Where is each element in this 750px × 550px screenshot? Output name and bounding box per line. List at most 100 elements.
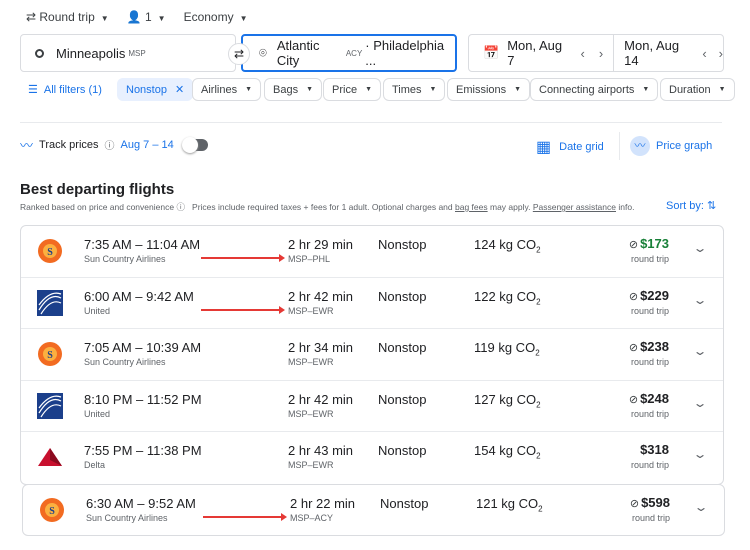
all-filters-button[interactable]: ☰ All filters (1) — [20, 78, 110, 101]
filter-price[interactable]: Price ▼ — [323, 78, 381, 101]
route: MSP–PHL — [288, 254, 331, 264]
expand-chevron-icon[interactable]: ⌄ — [692, 396, 707, 410]
stops: Nonstop — [378, 391, 427, 407]
flight-times: 6:00 AM – 9:42 AM — [84, 288, 194, 304]
price-note: round trip — [630, 254, 669, 264]
stops: Nonstop — [380, 496, 429, 511]
stops: Nonstop — [378, 443, 427, 458]
flight-times: 7:35 AM – 11:04 AM — [84, 237, 201, 252]
flight-row[interactable]: 8:10 PM – 11:52 PM United 2 hr 42 min MS… — [21, 381, 723, 432]
expand-chevron-icon[interactable]: ⌄ — [693, 500, 708, 514]
no-carry-on-icon: ⊘ — [628, 290, 639, 303]
price-note: round trip — [631, 513, 670, 523]
filter-bags[interactable]: Bags ▼ — [264, 78, 323, 101]
destination-input[interactable]: ⌾ Atlantic City ACY · Philadelphia ... — [241, 34, 457, 72]
duration: 2 hr 43 min — [288, 443, 354, 458]
trend-icon: 〰 — [20, 138, 34, 153]
passenger-assistance-link[interactable]: Passenger assistance — [533, 202, 616, 212]
swap-icon: ⇄ — [233, 47, 245, 61]
filter-times[interactable]: Times ▼ — [383, 78, 446, 101]
cabin-select[interactable]: Economy ▼ — [184, 10, 248, 24]
flight-row[interactable]: S 7:05 AM – 10:39 AM Sun Country Airline… — [21, 329, 723, 381]
bag-fees-link[interactable]: bag fees — [455, 202, 488, 212]
close-icon[interactable]: ✕ — [175, 83, 184, 96]
route: MSP–ACY — [290, 513, 334, 523]
depart-date[interactable]: Mon, Aug 7 — [507, 38, 572, 68]
section-title: Best departing flights — [20, 181, 175, 198]
filter-emissions[interactable]: Emissions ▼ — [447, 78, 531, 101]
suncountry-logo: S — [39, 497, 65, 523]
annotation-arrow — [203, 513, 287, 521]
airline-name: Delta — [84, 460, 106, 470]
filter-duration[interactable]: Duration ▼ — [660, 78, 735, 101]
airline-name: Sun Country Airlines — [86, 513, 168, 523]
prev-depart-icon[interactable]: ‹ — [581, 46, 585, 61]
flight-times: 7:55 PM – 11:38 PM — [84, 443, 202, 458]
price: ⊘ $598 — [629, 495, 670, 510]
svg-text:S: S — [49, 506, 55, 517]
price: ⊘ $248 — [628, 390, 669, 406]
expand-chevron-icon[interactable]: ⌄ — [692, 293, 707, 307]
flight-times: 6:30 AM – 9:52 AM — [86, 496, 196, 511]
price-graph-icon: 〰 — [630, 136, 650, 156]
route: MSP–EWR — [288, 305, 334, 316]
airline-name: United — [84, 408, 111, 419]
date-grid-button[interactable]: ▦ Date grid — [536, 137, 604, 157]
route: MSP–EWR — [288, 408, 334, 419]
airline-name: Sun Country Airlines — [84, 254, 166, 264]
return-date[interactable]: Mon, Aug 14 — [624, 38, 694, 68]
calendar-icon: 📅 — [483, 45, 500, 60]
prev-return-icon[interactable]: ‹ — [702, 46, 706, 61]
location-pin-icon: ⌾ — [259, 45, 267, 60]
person-icon: 👤 — [126, 10, 145, 24]
no-carry-on-icon: ⊘ — [629, 498, 640, 510]
filter-icon: ☰ — [28, 84, 38, 96]
flight-card[interactable]: S 6:30 AM – 9:52 AM Sun Country Airlines… — [22, 484, 725, 536]
price: $318 — [640, 442, 669, 457]
filter-airlines[interactable]: Airlines ▼ — [192, 78, 262, 101]
route: MSP–EWR — [288, 357, 334, 367]
expand-chevron-icon[interactable]: ⌄ — [692, 241, 707, 255]
flight-row[interactable]: 7:55 PM – 11:38 PM Delta 2 hr 43 min MSP… — [21, 432, 723, 484]
passengers-select[interactable]: 👤 1 ▼ — [127, 10, 166, 24]
section-note: Ranked based on price and convenience ⓘ … — [20, 202, 635, 212]
expand-chevron-icon[interactable]: ⌄ — [692, 447, 707, 461]
filter-nonstop[interactable]: Nonstop ✕ — [117, 78, 194, 101]
emissions: 124 kg CO2 — [474, 237, 541, 255]
annotation-arrow — [201, 305, 285, 314]
swap-button[interactable]: ⇄ — [228, 43, 250, 65]
price-graph-button[interactable]: 〰 Price graph — [630, 136, 712, 156]
next-depart-icon[interactable]: › — [599, 46, 603, 61]
track-prices-toggle[interactable] — [181, 136, 208, 153]
stops: Nonstop — [378, 340, 427, 355]
duration: 2 hr 22 min — [290, 496, 356, 511]
price: ⊘ $173 — [628, 236, 669, 251]
svg-text:S: S — [47, 247, 53, 258]
origin-input[interactable]: Minneapolis MSP — [20, 34, 236, 72]
duration: 2 hr 34 min — [288, 340, 354, 355]
info-icon[interactable]: ⓘ — [176, 202, 185, 212]
price-note: round trip — [630, 408, 669, 419]
dates-input: 📅 Mon, Aug 7 ‹ › Mon, Aug 14 ‹ › — [468, 34, 724, 72]
divider — [619, 132, 620, 160]
stops: Nonstop — [378, 288, 427, 304]
duration: 2 hr 29 min — [288, 237, 354, 252]
filter-connecting-airports[interactable]: Connecting airports ▼ — [530, 78, 659, 101]
trip-type-select[interactable]: ⇄ Round trip ▼ — [26, 10, 109, 24]
airline-name: United — [84, 305, 111, 316]
airline-name: Sun Country Airlines — [84, 357, 166, 367]
track-prices: 〰 Track prices ⓘ Aug 7 – 14 — [20, 135, 208, 154]
emissions: 154 kg CO2 — [474, 443, 541, 461]
price: ⊘ $238 — [628, 339, 669, 354]
price-note: round trip — [630, 460, 669, 470]
flight-row[interactable]: 6:00 AM – 9:42 AM United 2 hr 42 min MSP… — [21, 278, 723, 329]
price: ⊘ $229 — [628, 287, 669, 303]
swap-arrows-icon: ⇄ — [26, 10, 40, 24]
route: MSP–EWR — [288, 460, 334, 470]
flight-row[interactable]: S 7:35 AM – 11:04 AM Sun Country Airline… — [21, 226, 723, 278]
duration: 2 hr 42 min — [288, 288, 354, 304]
expand-chevron-icon[interactable]: ⌄ — [692, 344, 707, 358]
sort-button[interactable]: Sort by: ⇅ — [666, 199, 716, 212]
next-return-icon[interactable]: › — [719, 46, 723, 61]
info-icon[interactable]: ⓘ — [105, 137, 115, 152]
